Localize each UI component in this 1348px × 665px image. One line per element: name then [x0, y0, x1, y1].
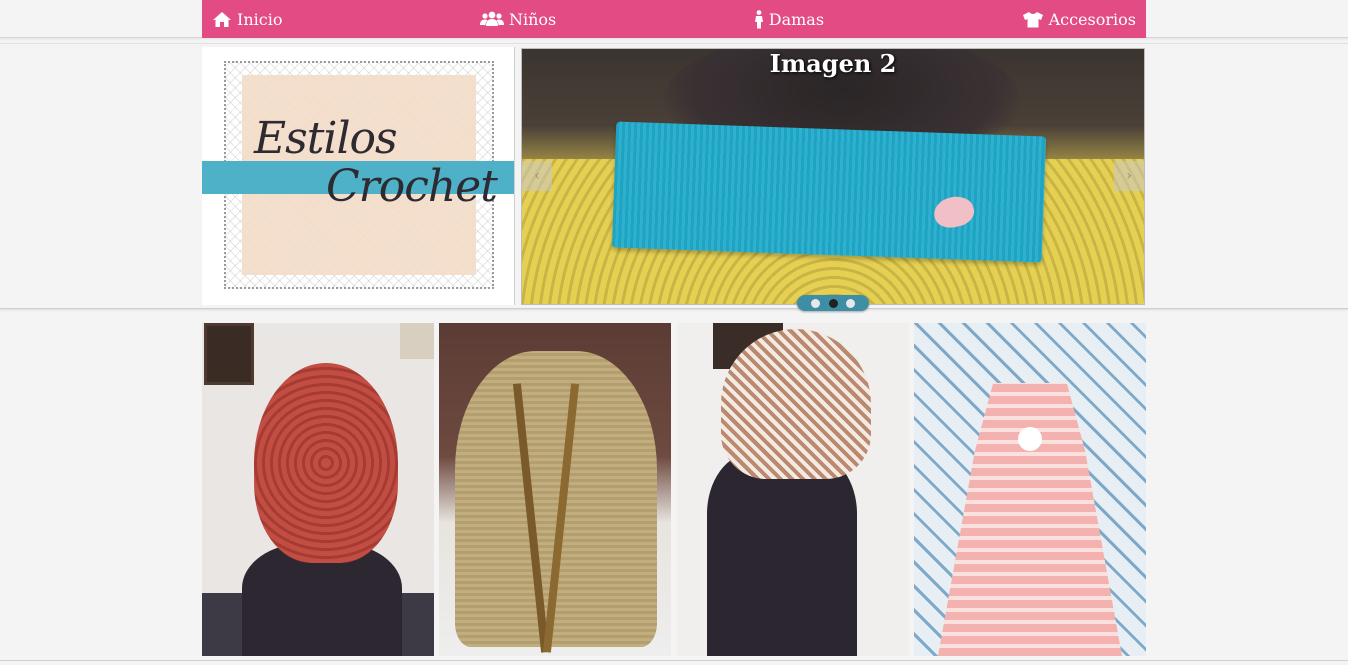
nav-label-inicio: Inicio [237, 9, 283, 29]
slider-pagination [797, 295, 869, 311]
lace-crochet-hat [720, 329, 871, 479]
female-icon [754, 9, 764, 29]
gallery-item-red-hat[interactable] [202, 323, 434, 656]
nav-item-ninos[interactable]: Niños [479, 9, 557, 29]
gallery-item-pink-dress[interactable] [913, 323, 1146, 656]
site-logo[interactable]: Estilos Crochet [202, 47, 515, 305]
image-slider[interactable]: Imagen 2 ‹ › [521, 48, 1145, 305]
slider-next-button[interactable]: › [1114, 161, 1144, 191]
nav-label-accesorios: Accesorios [1048, 9, 1136, 29]
nav-item-damas[interactable]: Damas [754, 10, 824, 29]
slider-prev-button[interactable]: ‹ [522, 161, 552, 191]
gallery-item-lace-hat[interactable] [676, 323, 909, 656]
slide-title: Imagen 2 [769, 49, 897, 78]
logo-wordmark: Estilos Crochet [238, 117, 508, 209]
model-hair [706, 453, 857, 656]
shirt-icon [1022, 11, 1044, 28]
logo-line-1: Estilos [254, 113, 398, 164]
nav-label-ninos: Niños [508, 9, 557, 29]
chevron-right-icon: › [1126, 168, 1132, 184]
slider-dot-1[interactable] [811, 298, 821, 308]
nav-item-inicio[interactable]: Inicio [212, 10, 282, 29]
chevron-left-icon: ‹ [534, 168, 540, 184]
slide-purse [611, 121, 1047, 263]
home-icon [212, 11, 232, 28]
pink-crochet-dress [937, 383, 1122, 656]
gallery-item-drawstring-bag[interactable] [439, 323, 672, 656]
dress-flower [1017, 427, 1042, 451]
crochet-bag [455, 351, 658, 647]
users-icon [479, 11, 504, 27]
bottom-divider [0, 660, 1348, 661]
red-knit-hat [254, 363, 398, 563]
slider-dot-2[interactable] [828, 298, 838, 308]
logo-line-2: Crochet [326, 161, 498, 212]
product-gallery [202, 323, 1146, 656]
nav-item-accesorios[interactable]: Accesorios [1022, 10, 1136, 29]
wall-frame [400, 323, 434, 359]
nav-label-damas: Damas [768, 9, 825, 29]
slider-dot-3[interactable] [845, 298, 855, 308]
main-nav: Inicio Niños Damas Accesorios [202, 0, 1146, 38]
wall-frame [204, 323, 254, 385]
